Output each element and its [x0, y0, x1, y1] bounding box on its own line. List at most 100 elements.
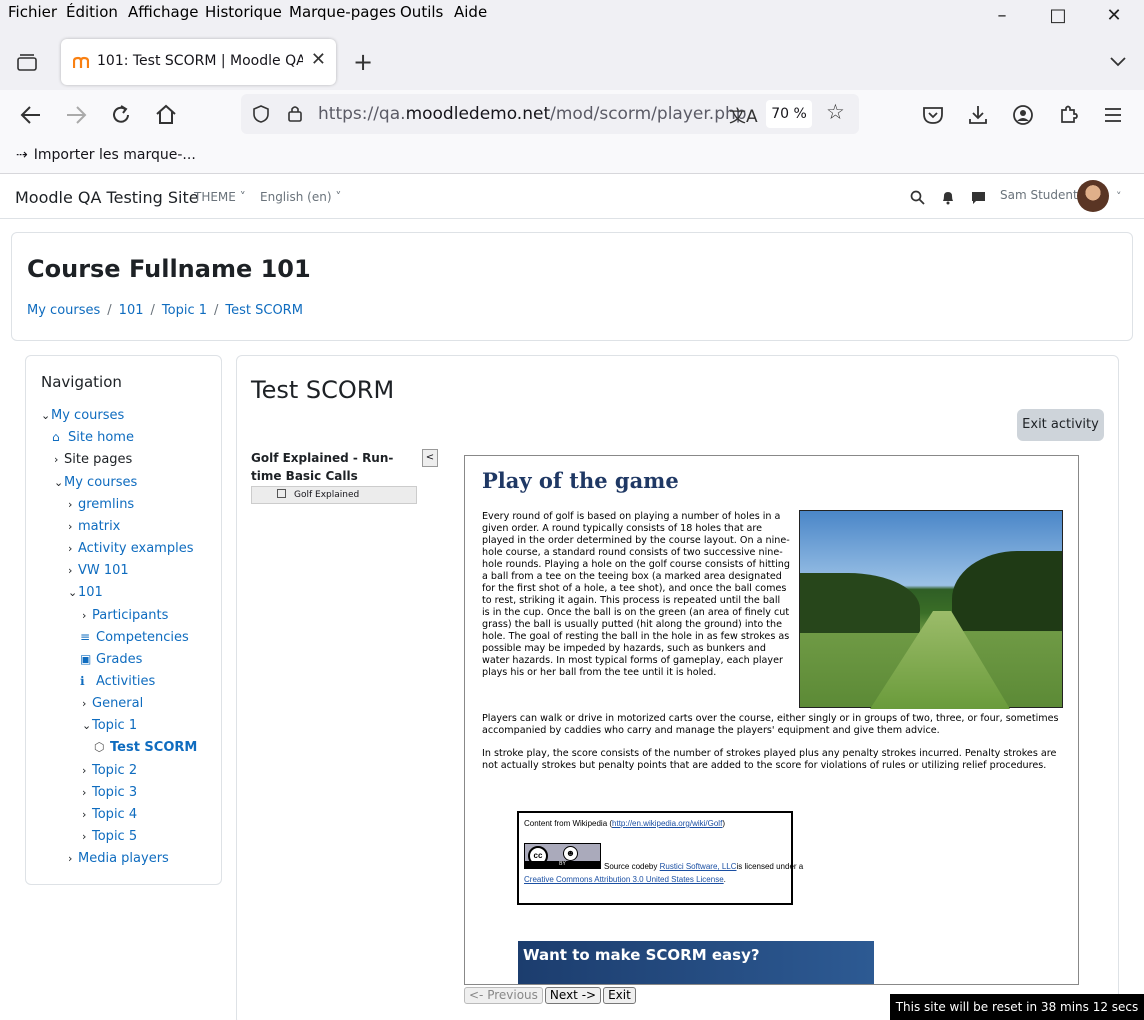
bookmark-star-icon[interactable]: ☆: [826, 100, 845, 124]
wikipedia-link[interactable]: http://en.wikipedia.org/wiki/Golf: [612, 819, 722, 828]
chevron-right-icon: ›: [82, 697, 87, 710]
competencies-list-icon: ≡: [80, 630, 91, 644]
promo-banner[interactable]: Want to make SCORM easy?: [518, 941, 874, 984]
previous-button[interactable]: <- Previous: [464, 987, 543, 1004]
nav-site-pages[interactable]: › Site pages: [54, 452, 132, 467]
address-bar[interactable]: https://qa.moodledemo.net/mod/scorm/play…: [241, 94, 859, 134]
package-icon: ⬡: [94, 740, 105, 754]
translate-icon[interactable]: 文A: [729, 102, 758, 127]
rustici-link[interactable]: Rustici Software, LLC: [660, 862, 737, 871]
menu-edit[interactable]: Édition: [66, 3, 118, 21]
new-tab-icon[interactable]: +: [353, 48, 373, 76]
chevron-right-icon: ›: [68, 542, 73, 555]
close-window-icon[interactable]: ✕: [1102, 4, 1126, 28]
scorm-paragraph-1: Every round of golf is based on playing …: [482, 511, 790, 678]
next-button[interactable]: Next ->: [544, 987, 602, 1004]
nav-topic-2[interactable]: › Topic 2: [82, 763, 137, 778]
chevron-right-icon: ›: [68, 520, 73, 533]
nav-topic-5[interactable]: › Topic 5: [82, 829, 137, 844]
active-tab[interactable]: 101: Test SCORM | Moodle QA Testing Site…: [61, 39, 336, 85]
tab-close-icon[interactable]: ✕: [311, 49, 326, 70]
nav-media-players[interactable]: › Media players: [68, 851, 169, 866]
notifications-bell-icon[interactable]: [941, 190, 955, 205]
nav-competencies[interactable]: ≡ Competencies: [80, 630, 189, 645]
nav-test-scorm[interactable]: ⬡ Test SCORM: [94, 740, 197, 755]
nav-general[interactable]: › General: [82, 696, 143, 711]
app-menu-icon[interactable]: [1100, 102, 1126, 128]
breadcrumb-separator: /: [214, 303, 219, 318]
chevron-down-icon: ⌄: [54, 476, 64, 489]
menu-file[interactable]: Fichier: [8, 3, 57, 21]
exit-button[interactable]: Exit: [603, 987, 636, 1004]
maximize-icon[interactable]: □: [1046, 4, 1070, 28]
minimize-icon[interactable]: –: [990, 4, 1014, 28]
back-icon[interactable]: [18, 102, 44, 128]
scorm-heading: Play of the game: [482, 468, 679, 493]
breadcrumb-101[interactable]: 101: [119, 303, 144, 318]
breadcrumb-separator: /: [107, 303, 112, 318]
nav-topic-3[interactable]: › Topic 3: [82, 785, 137, 800]
nav-activity-examples[interactable]: › Activity examples: [68, 541, 193, 556]
shield-icon[interactable]: [251, 104, 271, 124]
moodle-favicon-icon: [73, 56, 89, 68]
chevron-down-icon: ⌄: [41, 409, 51, 422]
nav-participants[interactable]: › Participants: [82, 608, 168, 623]
nav-gremlins[interactable]: › gremlins: [68, 497, 134, 512]
menu-help[interactable]: Aide: [454, 3, 487, 21]
license-link[interactable]: Creative Commons Attribution 3.0 United …: [524, 875, 724, 884]
menu-history[interactable]: Historique: [205, 3, 282, 21]
menu-bookmarks[interactable]: Marque-pages: [289, 3, 396, 21]
list-all-tabs-icon[interactable]: [1109, 56, 1127, 68]
reload-icon[interactable]: [108, 102, 134, 128]
language-menu[interactable]: English (en) ˅: [260, 190, 341, 204]
messages-icon[interactable]: [971, 190, 986, 205]
toc-item[interactable]: Golf Explained: [251, 486, 417, 504]
user-menu-chevron-icon[interactable]: ˅: [1116, 190, 1122, 203]
avatar[interactable]: [1077, 180, 1109, 212]
tab-title: 101: Test SCORM | Moodle QA Testing Site: [97, 53, 303, 69]
nav-my-courses-root[interactable]: ⌄My courses: [41, 408, 124, 423]
forward-icon[interactable]: [63, 102, 89, 128]
exit-activity-button[interactable]: Exit activity: [1017, 409, 1104, 441]
menu-tools[interactable]: Outils: [400, 3, 443, 21]
zoom-indicator[interactable]: 70 %: [766, 100, 812, 128]
theme-menu[interactable]: THEME ˅: [194, 190, 246, 204]
account-icon[interactable]: [1010, 102, 1036, 128]
navigation-title: Navigation: [41, 373, 122, 391]
cc-by-license-icon[interactable]: cc ☻ BY: [524, 843, 601, 869]
home-icon[interactable]: [153, 102, 179, 128]
extensions-icon[interactable]: [1056, 102, 1082, 128]
user-name[interactable]: Sam Student: [1000, 188, 1078, 202]
toc-collapse-button[interactable]: <: [422, 449, 438, 467]
nav-vw-101[interactable]: › VW 101: [68, 563, 129, 578]
search-icon[interactable]: [910, 190, 925, 205]
credit-line-3: Creative Commons Attribution 3.0 United …: [524, 875, 726, 884]
nav-my-courses[interactable]: ⌄My courses: [54, 475, 137, 490]
chevron-down-icon: ⌄: [82, 719, 92, 732]
tab-list-icon[interactable]: [16, 52, 38, 72]
nav-site-home[interactable]: ⌂ Site home: [52, 430, 134, 445]
nav-topic-1[interactable]: ⌄Topic 1: [82, 718, 137, 733]
home-icon: ⌂: [52, 430, 60, 444]
pocket-icon[interactable]: [920, 102, 946, 128]
nav-topic-4[interactable]: › Topic 4: [82, 807, 137, 822]
nav-activities[interactable]: ℹ Activities: [80, 674, 155, 689]
bookmarks-toolbar: ⇢ Importer les marque-...: [0, 140, 1144, 174]
lock-icon[interactable]: [286, 103, 304, 123]
activity-title: Test SCORM: [251, 376, 395, 404]
nav-101[interactable]: ⌄101: [68, 585, 103, 600]
nav-matrix[interactable]: › matrix: [68, 519, 120, 534]
breadcrumb-topic-1[interactable]: Topic 1: [162, 303, 207, 318]
import-bookmarks-button[interactable]: ⇢ Importer les marque-...: [16, 147, 196, 163]
nav-grades[interactable]: ▣ Grades: [80, 652, 142, 667]
scorm-content-frame[interactable]: Play of the game Every round of golf is …: [464, 455, 1079, 985]
site-name[interactable]: Moodle QA Testing Site: [15, 188, 199, 207]
chevron-right-icon: ›: [82, 609, 87, 622]
chevron-right-icon: ›: [68, 564, 73, 577]
menu-view[interactable]: Affichage: [128, 3, 198, 21]
breadcrumb-test-scorm[interactable]: Test SCORM: [225, 303, 303, 318]
course-header: Course Fullname 101 My courses / 101 / Topic…: [11, 232, 1133, 341]
person-icon: ☻: [563, 846, 578, 861]
downloads-icon[interactable]: [965, 102, 991, 128]
breadcrumb-my-courses[interactable]: My courses: [27, 303, 100, 318]
